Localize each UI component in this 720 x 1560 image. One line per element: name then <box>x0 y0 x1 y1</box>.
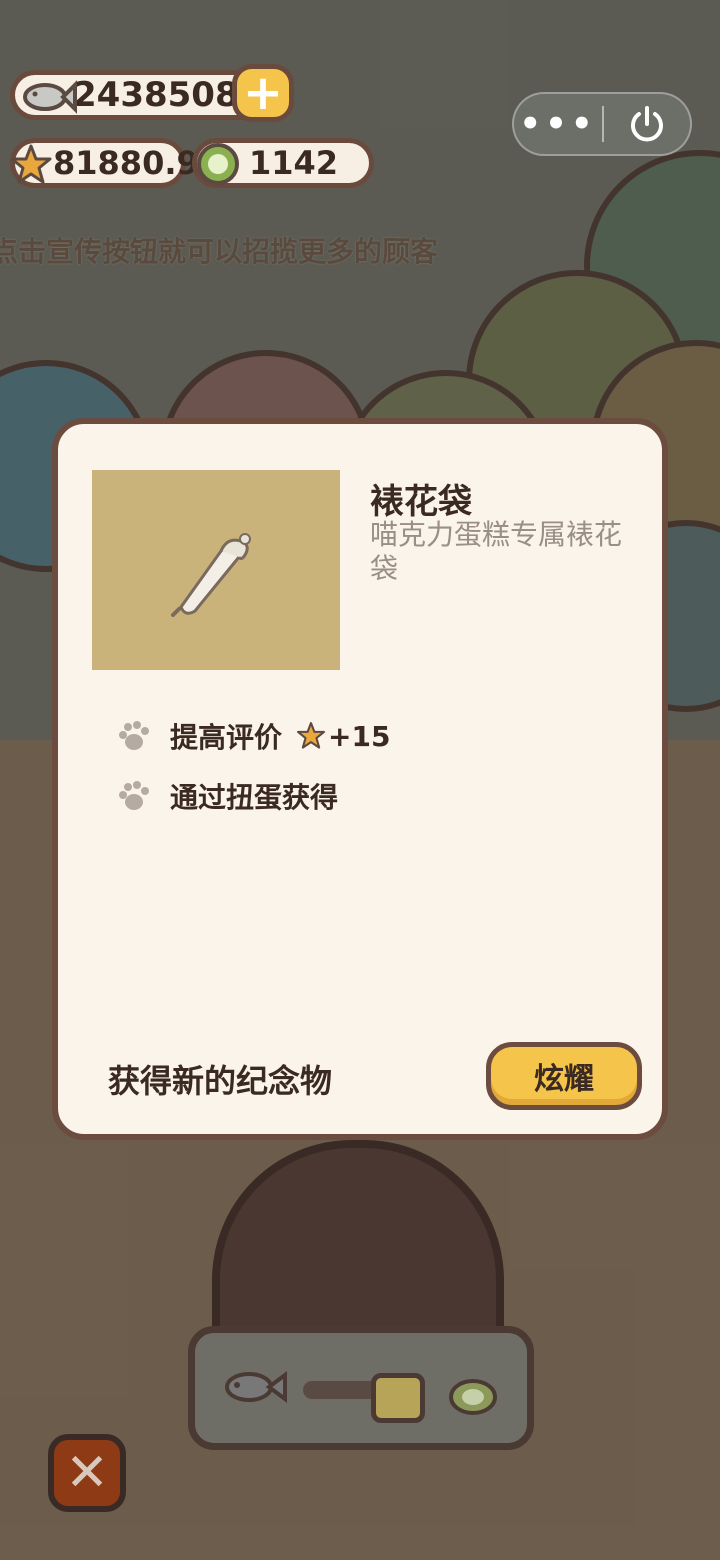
rating-bonus: +15 <box>296 720 390 753</box>
gashapon-machine-base <box>188 1326 534 1450</box>
green-coin-icon <box>447 1377 499 1421</box>
item-description: 喵克力蛋糕专属裱花袋 <box>370 518 623 585</box>
green-coin-icon <box>195 141 241 191</box>
star-counter: 81880.9 <box>9 138 199 191</box>
more-icon[interactable]: ••• <box>514 104 602 144</box>
plus-icon: + <box>242 65 284 121</box>
add-coins-button[interactable]: + <box>232 64 294 122</box>
fish-icon <box>219 1365 289 1413</box>
mini-program-capsule: ••• <box>512 92 692 156</box>
star-icon <box>297 722 325 749</box>
game-scene: 2438508 + 81880.9 1142 ••• 点击宣传按钮就可以招揽更多… <box>0 0 720 1560</box>
paw-icon <box>114 778 150 814</box>
slider-handle[interactable] <box>371 1373 425 1423</box>
attribute-label: 提高评价 <box>170 721 283 754</box>
attribute-row: 提高评价 +15 <box>114 716 390 756</box>
item-name: 裱花袋 <box>370 482 472 522</box>
close-icon: ✕ <box>65 1443 109 1503</box>
power-icon <box>631 106 663 142</box>
star-value: 81880.9 <box>53 144 199 182</box>
attribute-label: 通过扭蛋获得 <box>170 781 339 814</box>
item-image <box>92 470 340 670</box>
attribute-row: 通过扭蛋获得 <box>114 776 338 816</box>
green-coin-value: 1142 <box>249 144 339 182</box>
fish-coin-value: 2438508 <box>73 75 239 115</box>
paw-icon <box>114 718 150 754</box>
footer-text: 获得新的纪念物 <box>108 1062 333 1100</box>
close-button[interactable]: ✕ <box>48 1434 126 1512</box>
fish-coin-counter: 2438508 <box>10 70 270 120</box>
show-off-button[interactable]: 炫耀 <box>486 1042 642 1110</box>
piping-bag-icon <box>171 533 251 617</box>
star-icon <box>9 143 53 191</box>
souvenir-dialog: 裱花袋 喵克力蛋糕专属裱花袋 提高评价 +15 通过扭蛋获得 获得新的纪念物 炫… <box>52 418 668 1140</box>
fish-icon <box>19 71 77 125</box>
bonus-value: +15 <box>328 719 391 753</box>
hint-text: 点击宣传按钮就可以招揽更多的顾客 <box>0 235 439 268</box>
power-button[interactable] <box>604 104 690 144</box>
green-coin-counter: 1142 <box>192 138 374 188</box>
